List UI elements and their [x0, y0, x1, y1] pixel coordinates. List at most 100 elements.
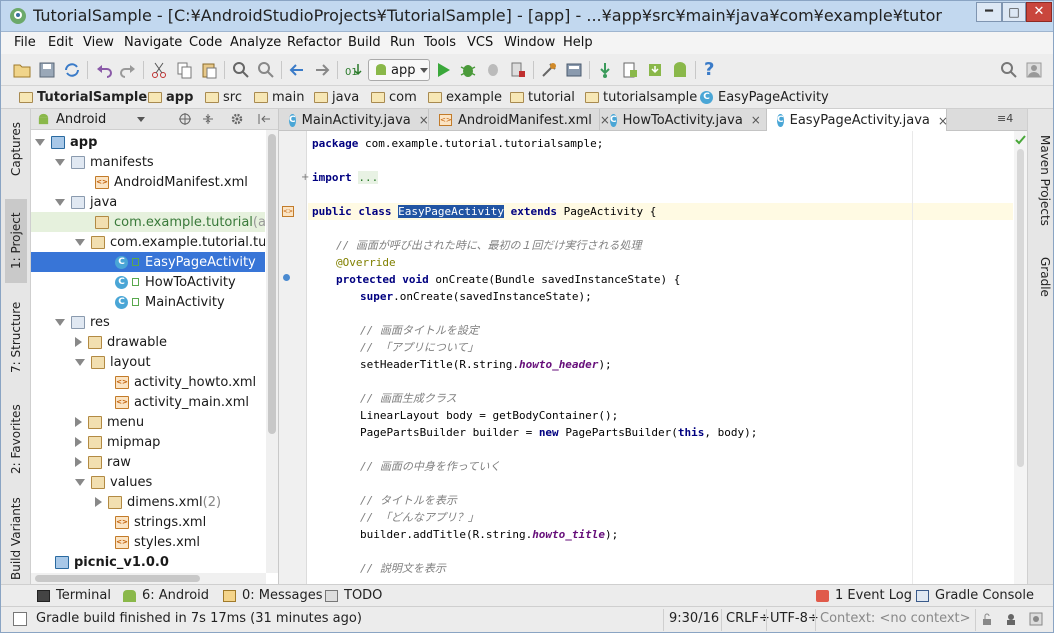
chevron-right-icon[interactable]	[75, 417, 82, 427]
avd-manager-icon[interactable]	[621, 61, 639, 79]
attach-debugger-icon[interactable]	[484, 61, 502, 79]
save-icon[interactable]	[38, 61, 56, 79]
menu-code[interactable]: Code	[189, 35, 222, 50]
copy-icon[interactable]	[175, 61, 193, 79]
make-project-icon[interactable]: 01	[344, 61, 362, 79]
tab-favorites[interactable]: 2: Favorites	[5, 399, 27, 479]
project-view-select[interactable]: Android	[37, 111, 145, 128]
tab-captures[interactable]: Captures	[5, 113, 27, 185]
user-icon[interactable]	[1025, 61, 1043, 79]
menu-refactor[interactable]: Refactor	[287, 35, 342, 50]
status-toggle-icon[interactable]	[13, 612, 27, 626]
breadcrumb-item[interactable]: C EasyPageActivity	[700, 87, 829, 107]
tree-node-app[interactable]: app	[31, 132, 265, 152]
override-marker-icon[interactable]	[283, 274, 290, 281]
tree-node-java[interactable]: java	[31, 192, 265, 212]
tree-horizontal-scrollbar[interactable]	[31, 573, 266, 584]
maximize-button[interactable]: □	[1002, 2, 1026, 22]
run-icon[interactable]	[434, 61, 452, 79]
device-monitor-icon[interactable]	[646, 61, 664, 79]
tabs-overflow-button[interactable]: ≡4	[997, 112, 1013, 125]
undo-icon[interactable]	[95, 61, 113, 79]
breadcrumb-item[interactable]: tutorial	[510, 87, 575, 107]
replace-icon[interactable]	[257, 61, 275, 79]
hide-panel-icon[interactable]	[257, 112, 271, 126]
tree-node-mainactivity[interactable]: C MainActivity	[31, 292, 265, 312]
tree-node-activity-howto[interactable]: <> activity_howto.xml	[31, 372, 265, 392]
fold-marker[interactable]: +	[301, 172, 309, 183]
caret-position[interactable]: 9:30/16	[669, 611, 719, 626]
chevron-down-icon[interactable]	[55, 318, 65, 326]
debug-icon[interactable]	[459, 61, 477, 79]
forward-icon[interactable]	[313, 61, 331, 79]
tab-event-log[interactable]: 1 Event Log	[816, 588, 912, 603]
tree-node-activity-main[interactable]: <> activity_main.xml	[31, 392, 265, 412]
close-tab-icon[interactable]: ×	[419, 113, 429, 127]
lock-icon[interactable]	[981, 613, 993, 626]
stop-icon[interactable]	[509, 61, 527, 79]
close-tab-icon[interactable]: ×	[751, 113, 761, 127]
menu-vcs[interactable]: VCS	[467, 35, 493, 50]
chevron-down-icon[interactable]	[35, 138, 45, 146]
tree-node-menu[interactable]: menu	[31, 412, 265, 432]
tab-maven-projects[interactable]: Maven Projects	[1030, 135, 1052, 235]
tree-vertical-scrollbar[interactable]	[266, 130, 278, 573]
menu-build[interactable]: Build	[348, 35, 381, 50]
editor-scrollbar[interactable]	[1014, 131, 1027, 584]
cut-icon[interactable]	[150, 61, 168, 79]
sdk-manager-icon[interactable]	[565, 61, 583, 79]
menu-tools[interactable]: Tools	[424, 35, 456, 50]
chevron-right-icon[interactable]	[75, 337, 82, 347]
tree-node-howtoactivity[interactable]: C HowToActivity	[31, 272, 265, 292]
tree-node-easypageactivity[interactable]: C EasyPageActivity	[31, 252, 265, 272]
help-icon[interactable]: ?	[704, 59, 714, 80]
file-encoding[interactable]: UTF-8÷	[770, 611, 819, 626]
breadcrumb-item[interactable]: app	[148, 87, 193, 107]
breadcrumb-item[interactable]: example	[428, 87, 502, 107]
sync-gradle-icon[interactable]	[596, 61, 614, 79]
tab-gradle[interactable]: Gradle	[1030, 257, 1052, 307]
line-separator[interactable]: CRLF÷	[726, 611, 770, 626]
tab-howtoactivity[interactable]: C HowToActivity.java ×	[600, 109, 767, 131]
code-editor[interactable]: + <> package com.example.tutorial.tutori…	[279, 131, 1027, 584]
tree-node-layout[interactable]: layout	[31, 352, 265, 372]
run-config-select[interactable]: app	[368, 59, 430, 81]
breadcrumb-item[interactable]: com	[371, 87, 417, 107]
tree-node-manifests[interactable]: manifests	[31, 152, 265, 172]
tab-build-variants[interactable]: Build Variants	[5, 494, 27, 584]
tab-easypageactivity[interactable]: C EasyPageActivity.java ×	[767, 109, 948, 132]
menu-file[interactable]: File	[14, 35, 36, 50]
tree-node-values[interactable]: values	[31, 472, 265, 492]
chevron-down-icon[interactable]	[55, 158, 65, 166]
back-icon[interactable]	[288, 61, 306, 79]
tree-node-mipmap[interactable]: mipmap	[31, 432, 265, 452]
chevron-down-icon[interactable]	[75, 358, 85, 366]
menu-view[interactable]: View	[83, 35, 114, 50]
menu-analyze[interactable]: Analyze	[230, 35, 281, 50]
tree-node-strings[interactable]: <> strings.xml	[31, 512, 265, 532]
menu-help[interactable]: Help	[563, 35, 593, 50]
tree-node-package-test[interactable]: com.example.tutorial (anc	[31, 212, 265, 232]
event-indicator-icon[interactable]	[1029, 612, 1043, 626]
paste-icon[interactable]	[200, 61, 218, 79]
breadcrumb-item[interactable]: java	[314, 87, 359, 107]
find-icon[interactable]	[232, 61, 250, 79]
chevron-right-icon[interactable]	[75, 437, 82, 447]
sync-icon[interactable]	[63, 61, 81, 79]
breadcrumb-item[interactable]: TutorialSample	[19, 87, 147, 107]
tree-node-raw[interactable]: raw	[31, 452, 265, 472]
gear-icon[interactable]	[230, 112, 244, 126]
minimize-button[interactable]: ━	[976, 2, 1002, 22]
breadcrumb-item[interactable]: src	[205, 87, 242, 107]
tab-androidmanifest[interactable]: <> AndroidManifest.xml ×	[429, 109, 610, 131]
menu-navigate[interactable]: Navigate	[124, 35, 182, 50]
tab-messages[interactable]: 0: Messages	[223, 588, 323, 603]
breadcrumb-item[interactable]: tutorialsample	[585, 87, 697, 107]
chevron-down-icon[interactable]	[55, 198, 65, 206]
open-folder-icon[interactable]	[13, 61, 31, 79]
tab-mainactivity[interactable]: C MainActivity.java ×	[279, 109, 429, 131]
tree-node-drawable[interactable]: drawable	[31, 332, 265, 352]
tab-project[interactable]: 1: Project	[5, 199, 27, 283]
tree-node-package-main[interactable]: com.example.tutorial.tuto	[31, 232, 265, 252]
android-monitor-icon[interactable]	[671, 61, 689, 79]
